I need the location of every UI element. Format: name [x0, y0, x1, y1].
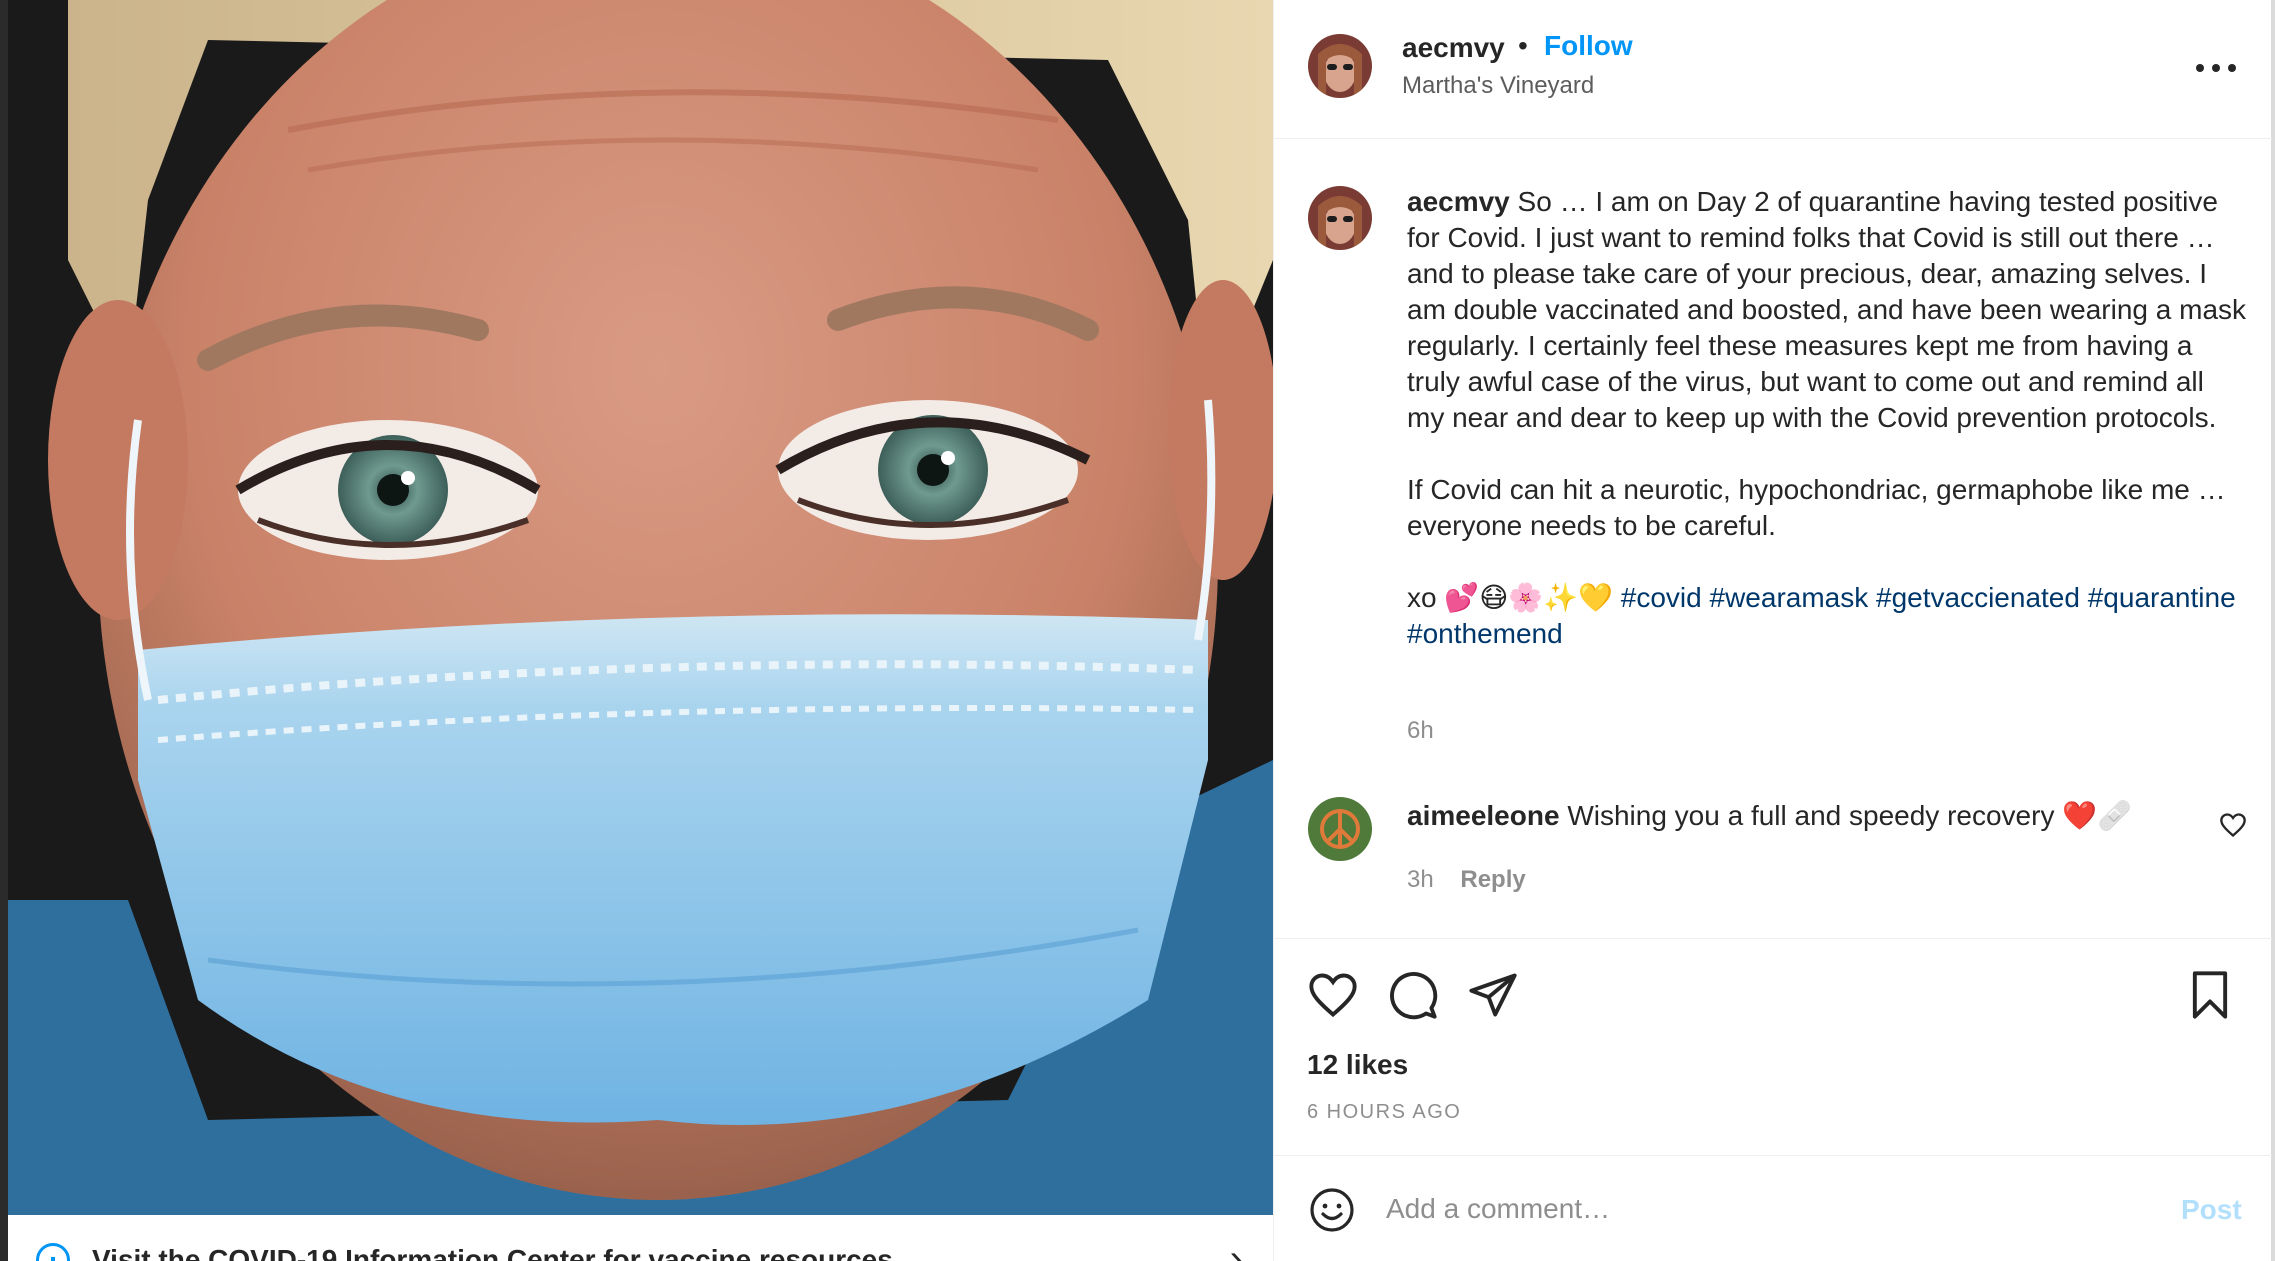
post-media: Visit the COVID-19 Information Center fo…: [0, 0, 1273, 1261]
post-header: aecmvy • Follow Martha's Vineyard: [1274, 0, 2272, 139]
comment-input[interactable]: [1386, 1182, 2086, 1236]
comment-text: Wishing you a full and speedy recovery ❤…: [1567, 800, 2132, 831]
share-icon[interactable]: [1467, 969, 1519, 1021]
heart-icon[interactable]: [1307, 969, 1359, 1021]
bookmark-icon[interactable]: [2184, 969, 2236, 1021]
hashtag-link[interactable]: #covid: [1621, 582, 1702, 613]
post-photo[interactable]: [8, 0, 1273, 1215]
caption-signoff-line: xo 💕😷🌸✨💛 #covid #wearamask #getvaccienat…: [1407, 580, 2247, 652]
more-dot: [2228, 64, 2236, 72]
comment-icon[interactable]: [1387, 969, 1439, 1021]
more-dot: [2196, 64, 2204, 72]
caption-paragraph: aecmvy So … I am on Day 2 of quarantine …: [1407, 184, 2247, 436]
post-sidebar: aecmvy • Follow Martha's Vineyard aecmvy…: [1273, 0, 2275, 1261]
media-edge: [0, 0, 8, 1261]
hashtag-link[interactable]: #onthemend: [1407, 618, 1563, 649]
commenter-username[interactable]: aimeeleone: [1407, 800, 1560, 831]
info-icon: [36, 1243, 70, 1261]
hashtag-link[interactable]: #quarantine: [2088, 582, 2236, 613]
caption-timestamp[interactable]: 6h: [1407, 717, 1434, 745]
reply-button[interactable]: Reply: [1460, 866, 1525, 893]
author-username[interactable]: aecmvy: [1402, 32, 1505, 64]
heart-outline-icon[interactable]: [2219, 811, 2247, 839]
add-comment-bar: Post: [1274, 1155, 2272, 1261]
caption-username[interactable]: aecmvy: [1407, 186, 1510, 217]
hashtag-link[interactable]: #getvaccienated: [1876, 582, 2080, 613]
caption-text-2: If Covid can hit a neurotic, hypochondri…: [1407, 474, 2226, 541]
more-dot: [2212, 64, 2220, 72]
commenter-avatar[interactable]: [1308, 797, 1372, 861]
separator-dot: •: [1518, 30, 1528, 61]
chevron-right-icon: ›: [1229, 1237, 1243, 1261]
comment-item: aimeeleone Wishing you a full and speedy…: [1274, 790, 2272, 900]
post-button[interactable]: Post: [2181, 1194, 2242, 1226]
follow-button[interactable]: Follow: [1544, 30, 1633, 62]
action-bar: 12 likes 6 HOURS AGO: [1274, 938, 2272, 1158]
comment-meta: 3h Reply: [1407, 866, 1526, 894]
covid-banner-text: Visit the COVID-19 Information Center fo…: [92, 1244, 893, 1261]
emoji-icon[interactable]: [1308, 1186, 1356, 1234]
caption-text-1: So … I am on Day 2 of quarantine having …: [1407, 186, 2247, 433]
likes-count[interactable]: 12 likes: [1307, 1049, 1408, 1081]
selfie-image: [8, 0, 1273, 1215]
post-time-ago: 6 HOURS AGO: [1307, 1101, 1462, 1123]
caption-avatar[interactable]: [1308, 186, 1372, 250]
covid-info-banner[interactable]: Visit the COVID-19 Information Center fo…: [8, 1215, 1273, 1261]
caption-signoff: xo 💕😷🌸✨💛: [1407, 582, 1613, 613]
comment-body: aimeeleone Wishing you a full and speedy…: [1407, 798, 2132, 834]
caption-body: aecmvy So … I am on Day 2 of quarantine …: [1407, 184, 2247, 652]
comment-timestamp[interactable]: 3h: [1407, 866, 1434, 893]
author-avatar[interactable]: [1308, 34, 1372, 98]
post-location[interactable]: Martha's Vineyard: [1402, 72, 1594, 100]
more-options-icon[interactable]: [2196, 48, 2236, 88]
hashtag-link[interactable]: #wearamask: [1710, 582, 1869, 613]
